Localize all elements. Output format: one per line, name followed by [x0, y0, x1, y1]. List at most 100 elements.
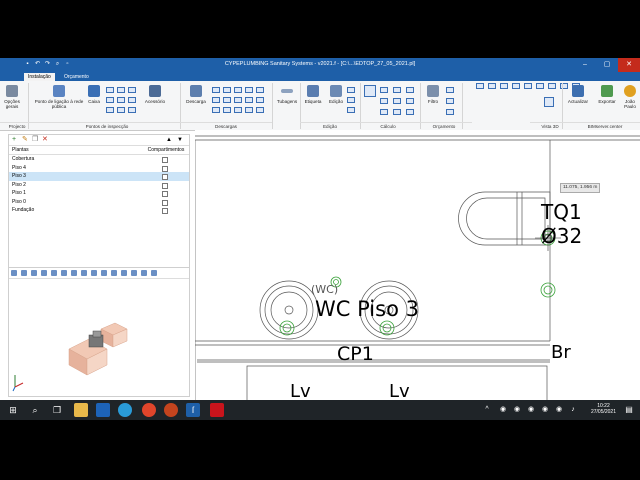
descarga-button[interactable]: Descarga [182, 85, 210, 104]
calculator-icon[interactable] [364, 85, 376, 97]
compartments-checkbox[interactable] [162, 199, 168, 206]
add-icon[interactable]: + [12, 136, 16, 144]
notifications-icon[interactable]: ▤ [622, 403, 636, 417]
discharge-tool-icon[interactable] [212, 97, 220, 103]
opcoes-gerais-button[interactable]: Opções gerais [2, 85, 22, 109]
inspection-tool-icon[interactable] [106, 87, 114, 93]
floor-row[interactable]: Piso 1 [9, 189, 189, 198]
user-button[interactable]: João Paulo [620, 85, 640, 109]
view-tool-icon[interactable] [141, 270, 147, 276]
view-tool-icon[interactable] [61, 270, 67, 276]
discharge-tool-icon[interactable] [234, 107, 242, 113]
exportar-button[interactable]: Exportar [595, 85, 619, 104]
inspection-tool-icon[interactable] [128, 97, 136, 103]
close-button[interactable]: ✕ [618, 58, 640, 72]
discharge-tool-icon[interactable] [256, 87, 264, 93]
budget-tool-icon[interactable] [446, 98, 454, 104]
tray-app-icon[interactable]: ◉ [524, 403, 538, 417]
delete-icon[interactable]: ✕ [42, 136, 48, 144]
discharge-tool-icon[interactable] [245, 87, 253, 93]
file-explorer-icon[interactable] [74, 403, 88, 417]
inspection-tool-icon[interactable] [117, 97, 125, 103]
chrome-icon[interactable] [142, 403, 156, 417]
calc-tool-icon[interactable] [406, 87, 414, 93]
outlook-icon[interactable] [96, 403, 110, 417]
search-icon[interactable]: ⌕ [28, 403, 42, 417]
calc-tool-icon[interactable] [393, 98, 401, 104]
calc-tool-icon[interactable] [380, 87, 388, 93]
windows-start-icon[interactable]: ⊞ [6, 403, 20, 417]
floor-row[interactable]: Cobertura [9, 155, 189, 164]
view-tool-icon[interactable] [131, 270, 137, 276]
view-tool-icon[interactable] [111, 270, 117, 276]
caixa-button[interactable]: Caixa [86, 85, 102, 104]
discharge-tool-icon[interactable] [223, 107, 231, 113]
tray-app-icon[interactable]: ◉ [538, 403, 552, 417]
inspection-tool-icon[interactable] [106, 107, 114, 113]
discharge-tool-icon[interactable] [212, 87, 220, 93]
edit-icon[interactable]: ✎ [22, 136, 28, 144]
discharge-tool-icon[interactable] [234, 87, 242, 93]
tray-app-icon[interactable]: ◉ [496, 403, 510, 417]
edicao-button[interactable]: Edição [326, 85, 346, 104]
powerpoint-icon[interactable] [164, 403, 178, 417]
maximize-button[interactable]: ▢ [596, 58, 618, 72]
tab-orcamento[interactable]: Orçamento [60, 73, 93, 81]
move-up-icon[interactable]: ▲ [166, 136, 172, 144]
view-3d-panel[interactable] [8, 267, 190, 397]
tubagens-button[interactable]: Tubagens [274, 85, 300, 104]
calc-tool-icon[interactable] [406, 98, 414, 104]
view-tool-icon[interactable] [151, 270, 157, 276]
view-tool-icon[interactable] [524, 83, 532, 89]
discharge-tool-icon[interactable] [245, 97, 253, 103]
floor-row[interactable]: Fundação [9, 206, 189, 215]
filtro-button[interactable]: Filtro [424, 85, 442, 104]
view-tool-icon[interactable] [512, 83, 520, 89]
view-tool-icon[interactable] [476, 83, 484, 89]
view-tool-icon[interactable] [101, 270, 107, 276]
calc-tool-icon[interactable] [380, 109, 388, 115]
inspection-tool-icon[interactable] [128, 87, 136, 93]
discharge-tool-icon[interactable] [256, 107, 264, 113]
cype-app-icon[interactable]: ſ [186, 403, 200, 417]
tray-chevron-icon[interactable]: ^ [480, 403, 494, 417]
drawing-canvas[interactable]: TQ1 Ø32 (WC) WC Piso 3 CP1 Br Lv Lv [195, 130, 640, 400]
tab-instalacao[interactable]: Instalação [24, 73, 55, 81]
view-tool-icon[interactable] [31, 270, 37, 276]
system-clock[interactable]: 10:22 27/05/2021 [591, 403, 616, 415]
minimize-button[interactable]: – [574, 58, 596, 72]
view-tool-icon[interactable] [500, 83, 508, 89]
cube-3d-icon[interactable] [544, 97, 554, 107]
pdf-reader-icon[interactable] [210, 403, 224, 417]
view-tool-icon[interactable] [121, 270, 127, 276]
view-tool-icon[interactable] [21, 270, 27, 276]
compartments-checkbox[interactable] [162, 174, 168, 180]
calc-tool-icon[interactable] [380, 98, 388, 104]
floor-row[interactable]: Piso 0 [9, 198, 189, 207]
view-tool-icon[interactable] [536, 83, 544, 89]
inspection-tool-icon[interactable] [117, 87, 125, 93]
view-tool-icon[interactable] [51, 270, 57, 276]
compartments-checkbox[interactable] [162, 208, 168, 214]
view-tool-icon[interactable] [91, 270, 97, 276]
edit-tool-icon[interactable] [347, 87, 355, 93]
discharge-tool-icon[interactable] [212, 107, 220, 113]
discharge-tool-icon[interactable] [223, 87, 231, 93]
move-down-icon[interactable]: ▼ [177, 136, 183, 144]
budget-tool-icon[interactable] [446, 87, 454, 93]
view-tool-icon[interactable] [488, 83, 496, 89]
volume-icon[interactable]: ♪ [566, 403, 580, 417]
discharge-tool-icon[interactable] [234, 97, 242, 103]
floor-row[interactable]: Piso 2 [9, 181, 189, 190]
edge-icon[interactable] [118, 403, 132, 417]
tray-app-icon[interactable]: ◉ [552, 403, 566, 417]
calc-tool-icon[interactable] [393, 109, 401, 115]
edit-tool-icon[interactable] [347, 97, 355, 103]
budget-tool-icon[interactable] [446, 109, 454, 115]
ponto-ligacao-button[interactable]: Ponto de ligação à rede pública [34, 85, 84, 109]
compartments-checkbox[interactable] [162, 182, 168, 189]
compartments-checkbox[interactable] [162, 191, 168, 197]
discharge-tool-icon[interactable] [256, 97, 264, 103]
view-tool-icon[interactable] [81, 270, 87, 276]
discharge-tool-icon[interactable] [223, 97, 231, 103]
